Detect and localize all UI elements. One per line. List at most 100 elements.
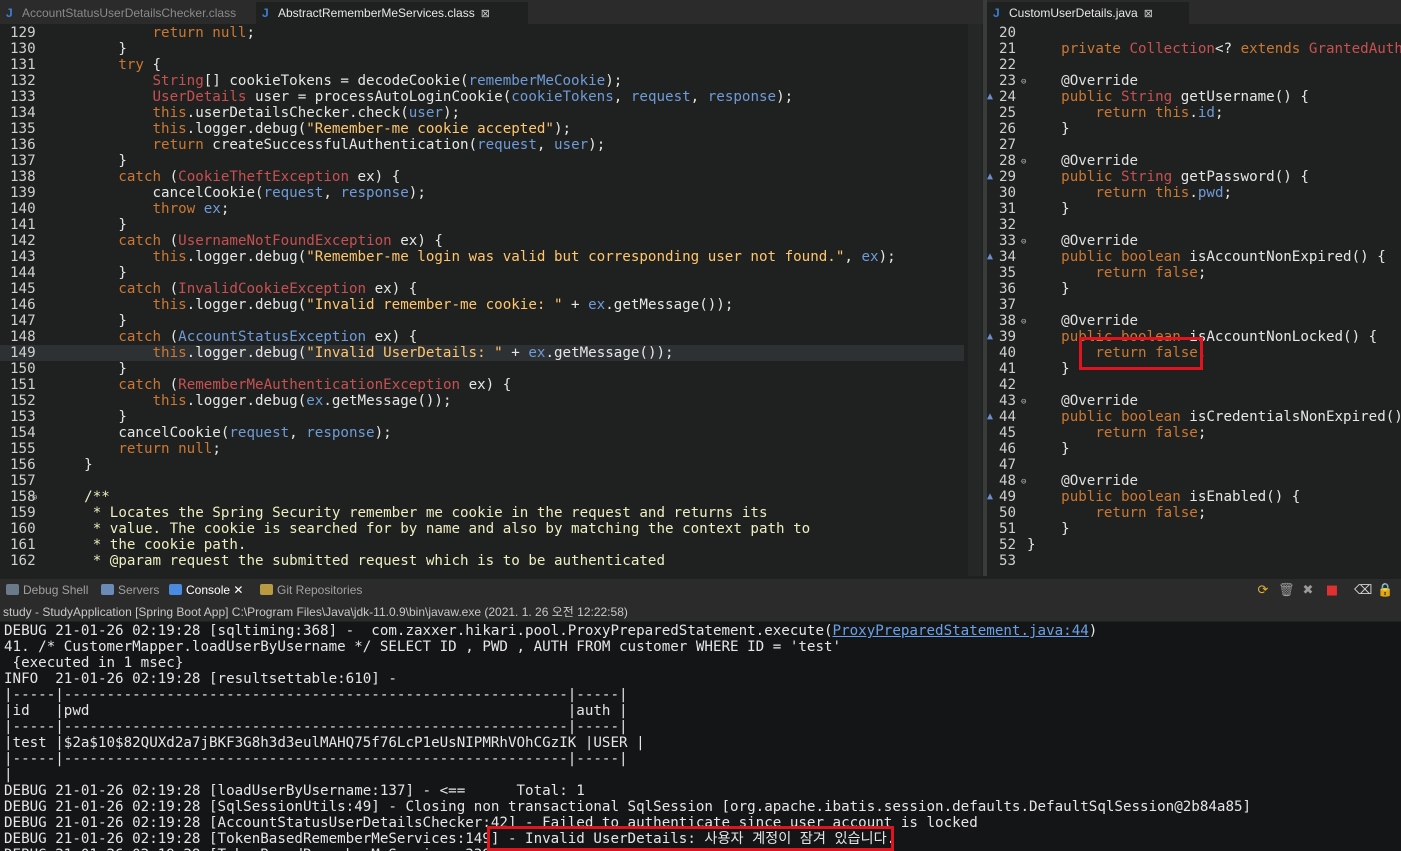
code-text: @Override — [1061, 473, 1139, 489]
console-view-tab[interactable]: Servers — [101, 583, 159, 597]
code-line: 24 public String getUsername() {▲ — [987, 89, 1401, 105]
editor-vertical-scrollbar[interactable] — [968, 24, 982, 576]
line-number: 130 — [10, 41, 36, 57]
line-number: 149 — [10, 345, 36, 361]
code-text: this.userDetailsChecker.check(user); — [152, 105, 461, 121]
console-view-tab[interactable]: Debug Shell — [6, 583, 88, 597]
fold-toggle-icon[interactable]: ⊖ — [1021, 394, 1026, 410]
code-text: this.logger.debug("Invalid UserDetails: … — [152, 345, 674, 361]
code-line: 26 } — [987, 121, 1401, 137]
refresh-icon[interactable]: ⟳ — [1255, 583, 1271, 599]
code-text: public boolean isAccountNonExpired() { — [1061, 249, 1386, 265]
right-code-editor[interactable]: 20 21 private Collection<? extends Grante… — [987, 24, 1401, 576]
code-text: @Override — [1061, 233, 1139, 249]
code-text: return false; — [1095, 425, 1207, 441]
line-number: 155 — [10, 441, 36, 457]
code-text: return createSuccessfulAuthentication(re… — [152, 137, 606, 153]
code-line: 162 * @param request the submitted reque… — [0, 553, 983, 569]
line-number: 129 — [10, 25, 36, 41]
override-marker-icon: ▲ — [987, 411, 994, 422]
java-file-icon: J — [262, 6, 269, 20]
code-line: 143 this.logger.debug("Remember-me login… — [0, 249, 983, 265]
left-code-editor[interactable]: 129 return null; 130 } 131 try {132 String… — [0, 24, 983, 576]
code-line: 158 /** ⊖ — [0, 489, 983, 505]
line-number: 42 — [999, 377, 1017, 393]
line-number: 53 — [999, 553, 1017, 569]
editor-tab[interactable]: J AbstractRememberMeServices.class ⊠ — [256, 2, 528, 24]
code-line: 33 @Override ⊖ — [987, 233, 1401, 249]
fold-toggle-icon[interactable]: ⊖ — [32, 490, 37, 506]
console-line: |test |$2a$10$82QUXd2a7jBKF3G8h3d3eulMAH… — [4, 735, 645, 751]
line-number: 132 — [10, 73, 36, 89]
scroll-lock-icon[interactable]: 🔒 — [1377, 583, 1393, 599]
console-line: |-----|---------------------------------… — [4, 751, 628, 767]
code-text: cancelCookie(request, response); — [50, 185, 426, 201]
code-line: 23 @Override ⊖ — [987, 73, 1401, 89]
code-line: 50 return false; — [987, 505, 1401, 521]
line-number: 146 — [10, 297, 36, 313]
code-line: 161 * the cookie path. — [0, 537, 983, 553]
code-text: } — [50, 41, 127, 57]
remove-launch-icon[interactable]: 🗑 — [1278, 583, 1295, 599]
fold-toggle-icon[interactable]: ⊖ — [1021, 474, 1026, 490]
clear-console-icon[interactable]: ⌫ — [1354, 583, 1372, 599]
code-line: 30 return this.pwd; — [987, 185, 1401, 201]
code-line: 152 this.logger.debug(ex.getMessage()); — [0, 393, 983, 409]
console-output[interactable]: DEBUG 21-01-26 02:19:28 [sqltiming:368] … — [0, 622, 1401, 851]
code-line: 141 } — [0, 217, 983, 233]
stacktrace-link[interactable]: ProxyPreparedStatement.java:44 — [833, 623, 1089, 639]
close-tab-icon[interactable]: ⊠ — [481, 8, 490, 20]
editor-tab-label: AbstractRememberMeServices.class — [278, 6, 475, 20]
code-line: 48 @Override ⊖ — [987, 473, 1401, 489]
fold-toggle-icon[interactable]: ⊖ — [1021, 234, 1026, 250]
code-line: 144 } — [0, 265, 983, 281]
line-number: 148 — [10, 329, 36, 345]
code-line: 149 this.logger.debug("Invalid UserDetai… — [0, 345, 964, 361]
console-line-text: DEBUG 21-01-26 02:19:28 [SqlSessionUtils… — [4, 799, 1252, 815]
code-text: } — [50, 153, 127, 169]
line-number: 142 — [10, 233, 36, 249]
line-number: 37 — [999, 297, 1017, 313]
terminate-icon[interactable]: ■ — [1324, 583, 1340, 599]
remove-all-icon[interactable]: ✖ — [1300, 583, 1316, 599]
code-line: 22 — [987, 57, 1401, 73]
servers-icon — [101, 584, 114, 595]
fold-toggle-icon[interactable]: ⊖ — [1021, 314, 1026, 330]
code-line: 20 — [987, 25, 1401, 41]
close-tab-icon[interactable]: ⊠ — [1144, 8, 1153, 20]
code-line: 160 * value. The cookie is searched for … — [0, 521, 983, 537]
code-line: 146 this.logger.debug("Invalid remember-… — [0, 297, 983, 313]
code-text: catch (UsernameNotFoundException ex) { — [118, 233, 443, 249]
line-number: 159 — [10, 505, 36, 521]
code-line: 137 } — [0, 153, 983, 169]
code-text: } — [1027, 521, 1070, 537]
code-line: 148 catch (AccountStatusException ex) { — [0, 329, 983, 345]
code-line: 155 return null; — [0, 441, 983, 457]
code-text: String[] cookieTokens = decodeCookie(rem… — [152, 73, 623, 89]
code-line: 153 } — [0, 409, 983, 425]
highlight-return-false-box — [1079, 337, 1203, 370]
fold-toggle-icon[interactable]: ⊖ — [1021, 154, 1026, 170]
fold-toggle-icon[interactable]: ⊖ — [1021, 74, 1026, 90]
code-text: @Override — [1061, 73, 1139, 89]
console-view-tab[interactable]: Console ✕ — [169, 583, 243, 597]
code-line: 44 public boolean isCredentialsNonExpire… — [987, 409, 1401, 425]
code-text: this.logger.debug("Invalid remember-me c… — [152, 297, 734, 313]
console-line-text: ) — [1088, 623, 1098, 639]
line-number: 137 — [10, 153, 36, 169]
console-view-tab-label: Console — [186, 583, 231, 597]
code-text: } — [1027, 121, 1070, 137]
code-text: * the cookie path. — [50, 537, 247, 553]
editor-tab-label: AccountStatusUserDetailsChecker.class — [22, 6, 237, 20]
console-view-tab[interactable]: Git Repositories — [260, 583, 362, 597]
close-tab-icon[interactable]: ✕ — [230, 583, 243, 597]
editor-tab[interactable]: J CustomUserDetails.java ⊠ — [987, 2, 1189, 24]
code-line: 32 — [987, 217, 1401, 233]
console-line: |-----|---------------------------------… — [4, 719, 628, 735]
line-number: 135 — [10, 121, 36, 137]
code-text: this.logger.debug("Remember-me login was… — [152, 249, 896, 265]
code-text: /** — [84, 489, 110, 505]
editor-tab[interactable]: J AccountStatusUserDetailsChecker.class — [0, 2, 270, 24]
code-text: private Collection<? extends GrantedAuth… — [1061, 41, 1401, 57]
code-text: catch (AccountStatusException ex) { — [118, 329, 418, 345]
